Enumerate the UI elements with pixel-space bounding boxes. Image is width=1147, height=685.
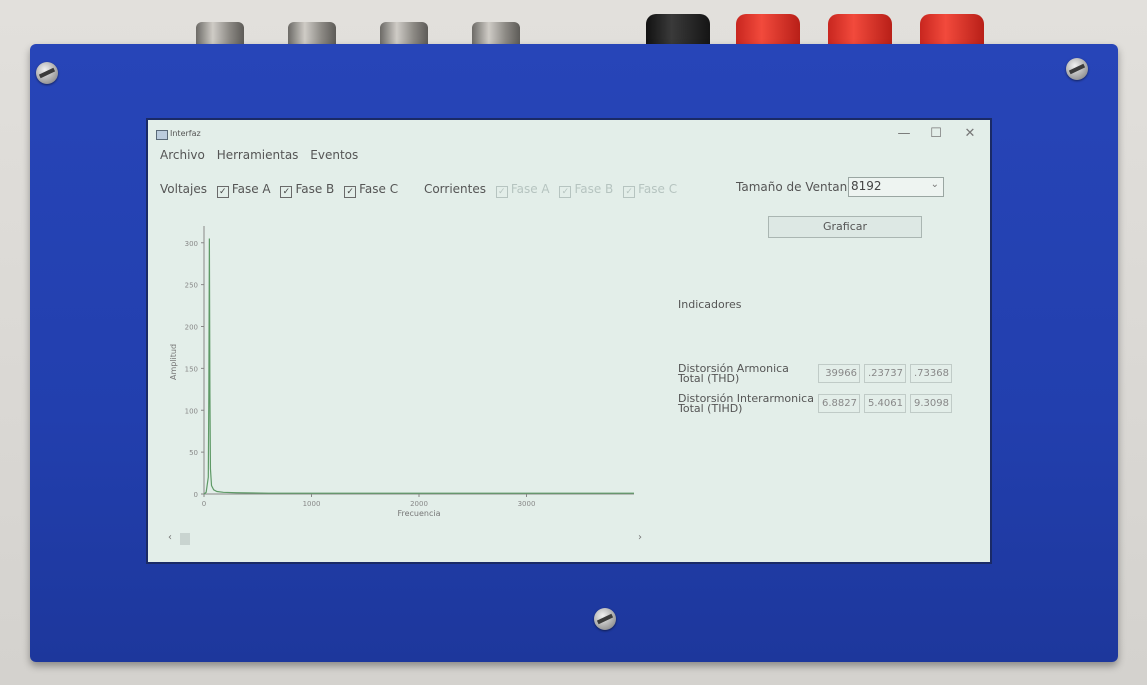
y-tick-label: 100 (185, 407, 198, 415)
checkbox-check-icon: ✓ (495, 186, 508, 198)
window-title: Interfaz (170, 129, 201, 138)
window-size-select[interactable]: 8192 ⌄ (848, 177, 944, 197)
thd-label: Distorsión Armonica Total (THD) (678, 362, 789, 385)
app-window: Interfaz — ☐ ✕ Archivo Herramientas Even… (146, 118, 992, 564)
app-icon (156, 130, 168, 140)
checkbox-check-icon: ✓ (280, 186, 293, 198)
corriente-fase-b-checkbox[interactable]: ✓ Fase B (559, 182, 613, 198)
indicadores-heading: Indicadores (678, 298, 742, 311)
menu-eventos[interactable]: Eventos (310, 148, 358, 162)
x-axis-label: Frecuencia (397, 509, 440, 518)
voltajes-label: Voltajes (160, 182, 207, 196)
checkbox-check-icon: ✓ (216, 186, 229, 198)
x-tick-label: 2000 (410, 500, 428, 508)
chevron-down-icon: ⌄ (930, 179, 939, 190)
window-size-value: 8192 (851, 179, 882, 193)
menu-herramientas[interactable]: Herramientas (217, 148, 299, 162)
scroll-thumb[interactable] (180, 533, 190, 545)
corriente-fase-a-checkbox[interactable]: ✓ Fase A (495, 182, 550, 198)
screw-icon (36, 62, 58, 84)
y-tick-label: 50 (189, 449, 198, 457)
thd-value-a: 39966 (818, 364, 860, 383)
scroll-left-icon[interactable]: ‹ (168, 532, 172, 543)
checkbox-label: Fase A (510, 182, 550, 196)
checkbox-label: Fase B (295, 182, 335, 196)
voltaje-fase-b-checkbox[interactable]: ✓ Fase B (280, 182, 334, 198)
checkbox-check-icon: ✓ (623, 186, 636, 198)
x-tick-label: 1000 (303, 500, 321, 508)
horizontal-scrollbar[interactable]: ‹ › (168, 532, 648, 546)
scroll-right-icon[interactable]: › (638, 532, 642, 543)
title-bar: Interfaz — ☐ ✕ (148, 120, 990, 148)
x-tick-label: 0 (202, 500, 206, 508)
close-button[interactable]: ✕ (952, 122, 988, 146)
tihd-value-a: 6.8827 (818, 394, 860, 413)
channel-selector: Voltajes ✓ Fase A ✓ Fase B ✓ Fase C Corrien… (160, 182, 677, 198)
y-tick-label: 0 (194, 491, 198, 499)
screw-icon (594, 608, 616, 630)
y-axis-label: Amplitud (169, 344, 178, 380)
menu-archivo[interactable]: Archivo (160, 148, 205, 162)
tihd-label: Distorsión Interarmonica Total (TIHD) (678, 392, 814, 415)
y-tick-label: 150 (185, 365, 198, 373)
corrientes-label: Corrientes (423, 182, 486, 196)
spectrum-chart: 0 50 100 150 200 250 300 0 1000 2000 3000 Frecuen… (169, 226, 634, 518)
y-tick-label: 250 (185, 282, 198, 290)
checkbox-label: Fase C (359, 182, 399, 196)
x-tick-label: 3000 (518, 500, 536, 508)
corriente-fase-c-checkbox[interactable]: ✓ Fase C (623, 182, 677, 198)
screw-icon (1066, 58, 1088, 80)
tihd-value-b: 5.4061 (864, 394, 906, 413)
checkbox-label: Fase A (231, 182, 271, 196)
graficar-button[interactable]: Graficar (768, 216, 922, 238)
voltaje-fase-c-checkbox[interactable]: ✓ Fase C (344, 182, 398, 198)
checkbox-check-icon: ✓ (344, 186, 357, 198)
checkbox-label: Fase B (574, 182, 614, 196)
y-tick-label: 200 (185, 324, 198, 332)
window-size-label: Tamaño de Ventana (736, 180, 855, 194)
checkbox-check-icon: ✓ (559, 186, 572, 198)
voltaje-fase-a-checkbox[interactable]: ✓ Fase A (216, 182, 271, 198)
menu-bar: Archivo Herramientas Eventos (160, 148, 366, 162)
thd-value-c: .73368 (910, 364, 952, 383)
maximize-button[interactable]: ☐ (918, 122, 954, 146)
spectrum-series-line (203, 238, 634, 495)
y-tick-label: 300 (185, 240, 198, 248)
thd-value-b: .23737 (864, 364, 906, 383)
minimize-button[interactable]: — (886, 122, 922, 146)
checkbox-label: Fase C (638, 182, 678, 196)
tihd-value-c: 9.3098 (910, 394, 952, 413)
